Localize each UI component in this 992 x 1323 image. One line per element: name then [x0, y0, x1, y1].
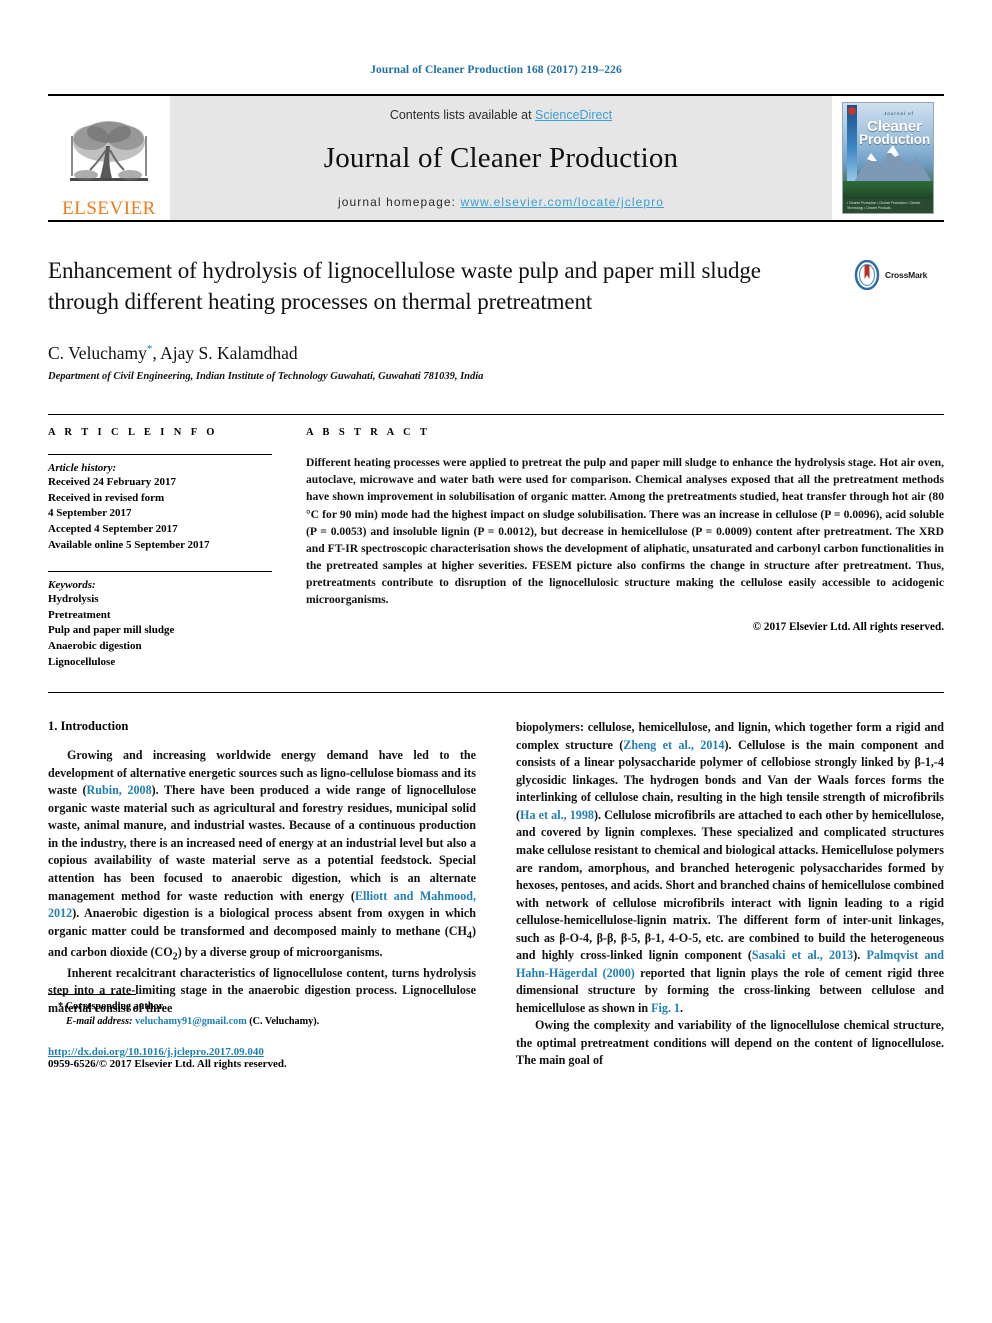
citation-link[interactable]: Sasaki et al., 2013 — [752, 948, 853, 962]
keywords-rule — [48, 571, 272, 573]
keyword-item: Hydrolysis — [48, 593, 99, 606]
keyword-item: Pulp and paper mill sludge — [48, 624, 175, 637]
journal-masthead: ELSEVIER Contents lists available at Sci… — [48, 94, 944, 222]
article-info-column: A R T I C L E I N F O Article history: R… — [48, 427, 306, 670]
contents-prefix: Contents lists available at — [389, 108, 536, 122]
title-text-wrap: Enhancement of hydrolysis of lignocellul… — [48, 256, 852, 317]
journal-title: Journal of Cleaner Production — [323, 142, 679, 174]
article-page: Journal of Cleaner Production 168 (2017)… — [0, 0, 992, 1323]
keyword-item: Pretreatment — [48, 608, 111, 621]
crossmark-badge[interactable]: CrossMark — [852, 256, 944, 290]
footnote-marker: * — [58, 1001, 64, 1013]
keywords-block: Keywords: Hydrolysis Pretreatment Pulp a… — [48, 571, 272, 670]
history-rule — [48, 454, 272, 456]
cover-footer: • Cleaner Production • Cleaner Productio… — [843, 199, 933, 213]
history-line: 4 September 2017 — [48, 507, 132, 520]
journal-homepage-link[interactable]: www.elsevier.com/locate/jclepro — [461, 195, 665, 209]
history-line: Received in revised form — [48, 491, 165, 504]
cover-forest — [843, 181, 933, 199]
paragraph: biopolymers: cellulose, hemicellulose, a… — [516, 719, 944, 1017]
corresponding-author-text: Corresponding author. — [65, 1001, 165, 1013]
author-list: C. Veluchamy*, Ajay S. Kalamdhad — [48, 343, 944, 364]
crossmark-icon — [854, 260, 880, 290]
footnote-rule — [48, 994, 136, 996]
article-title: Enhancement of hydrolysis of lignocellul… — [48, 258, 761, 314]
keyword-item: Anaerobic digestion — [48, 640, 142, 653]
author-primary: C. Veluchamy — [48, 343, 147, 364]
email-note: E-mail address: veluchamy91@gmail.com (C… — [48, 1015, 476, 1030]
running-head: Journal of Cleaner Production 168 (2017)… — [370, 64, 622, 76]
doi-link[interactable]: http://dx.doi.org/10.1016/j.jclepro.2017… — [48, 1046, 476, 1058]
cover-small-title: Journal of — [884, 111, 914, 116]
affiliation: Department of Civil Engineering, Indian … — [48, 371, 484, 383]
body-columns: 1. Introduction Growing and increasing w… — [48, 719, 944, 1070]
author-secondary: , Ajay S. Kalamdhad — [152, 343, 298, 364]
article-history-label: Article history: — [48, 462, 117, 475]
body-column-right: biopolymers: cellulose, hemicellulose, a… — [516, 719, 944, 1070]
citation-link[interactable]: Ha et al., 1998 — [520, 808, 594, 822]
paragraph-text: ). There have been produced a wide range… — [48, 783, 476, 903]
doi-block: http://dx.doi.org/10.1016/j.jclepro.2017… — [48, 1046, 476, 1070]
elsevier-logo: ELSEVIER — [48, 96, 170, 220]
keyword-item: Lignocellulose — [48, 655, 116, 668]
sciencedirect-link[interactable]: ScienceDirect — [535, 108, 612, 122]
email-label: E-mail address: — [66, 1016, 133, 1028]
cover-mountain-icon — [851, 145, 933, 187]
info-abstract-section: A R T I C L E I N F O Article history: R… — [48, 414, 944, 670]
elsevier-wordmark: ELSEVIER — [62, 198, 156, 219]
history-line: Received 24 February 2017 — [48, 476, 176, 489]
contents-lists-line: Contents lists available at ScienceDirec… — [390, 108, 612, 122]
masthead-center: Contents lists available at ScienceDirec… — [170, 96, 832, 220]
cover-spine-dot-icon — [848, 107, 856, 115]
crossmark-label: CrossMark — [885, 270, 928, 280]
cover-footer-text: • Cleaner Production • Cleaner Productio… — [847, 201, 921, 210]
article-info-heading: A R T I C L E I N F O — [48, 427, 218, 439]
elsevier-tree-icon — [70, 121, 148, 181]
paragraph-text: . — [679, 1000, 683, 1015]
body-column-left: 1. Introduction Growing and increasing w… — [48, 719, 476, 1070]
email-suffix: (C. Veluchamy). — [249, 1016, 320, 1028]
abstract-text: Different heating processes were applied… — [306, 456, 944, 607]
issn-copyright: 0959-6526/© 2017 Elsevier Ltd. All right… — [48, 1057, 287, 1070]
paragraph-text: Owing the complexity and variability of … — [516, 1018, 944, 1068]
homepage-prefix: journal homepage: — [337, 195, 461, 209]
history-line: Accepted 4 September 2017 — [48, 522, 178, 535]
email-link[interactable]: veluchamy91@gmail.com — [135, 1016, 247, 1027]
citation-link[interactable]: Fig. 1 — [651, 1001, 680, 1015]
paragraph-text: ). — [853, 948, 867, 963]
footnote-area: * Corresponding author. E-mail address: … — [48, 994, 476, 1070]
title-area: Enhancement of hydrolysis of lignocellul… — [48, 256, 944, 317]
body-divider — [48, 692, 944, 694]
abstract-column: A B S T R A C T Different heating proces… — [306, 427, 944, 670]
journal-cover: Journal of Cleaner Production • Cleaner … — [832, 96, 944, 220]
keywords-label: Keywords: — [48, 579, 96, 592]
section-title-introduction: 1. Introduction — [48, 719, 129, 734]
cover-thumbnail: Journal of Cleaner Production • Cleaner … — [842, 102, 934, 214]
history-line: Available online 5 September 2017 — [48, 538, 210, 551]
paragraph-text: ). Cellulose microfibrils are attached t… — [516, 807, 945, 963]
abstract-heading: A B S T R A C T — [306, 427, 431, 439]
corresponding-author-note: * Corresponding author. — [48, 1000, 476, 1015]
paragraph-text: ). Anaerobic digestion is a biological p… — [48, 906, 476, 962]
paragraph: Owing the complexity and variability of … — [516, 1017, 944, 1070]
paragraph: Growing and increasing worldwide energy … — [48, 747, 476, 964]
citation-link[interactable]: Zheng et al., 2014 — [623, 738, 724, 752]
citation-link[interactable]: Rubin, 2008 — [87, 783, 152, 797]
journal-homepage-line: journal homepage: www.elsevier.com/locat… — [338, 195, 664, 209]
abstract-copyright: © 2017 Elsevier Ltd. All rights reserved… — [752, 620, 944, 633]
